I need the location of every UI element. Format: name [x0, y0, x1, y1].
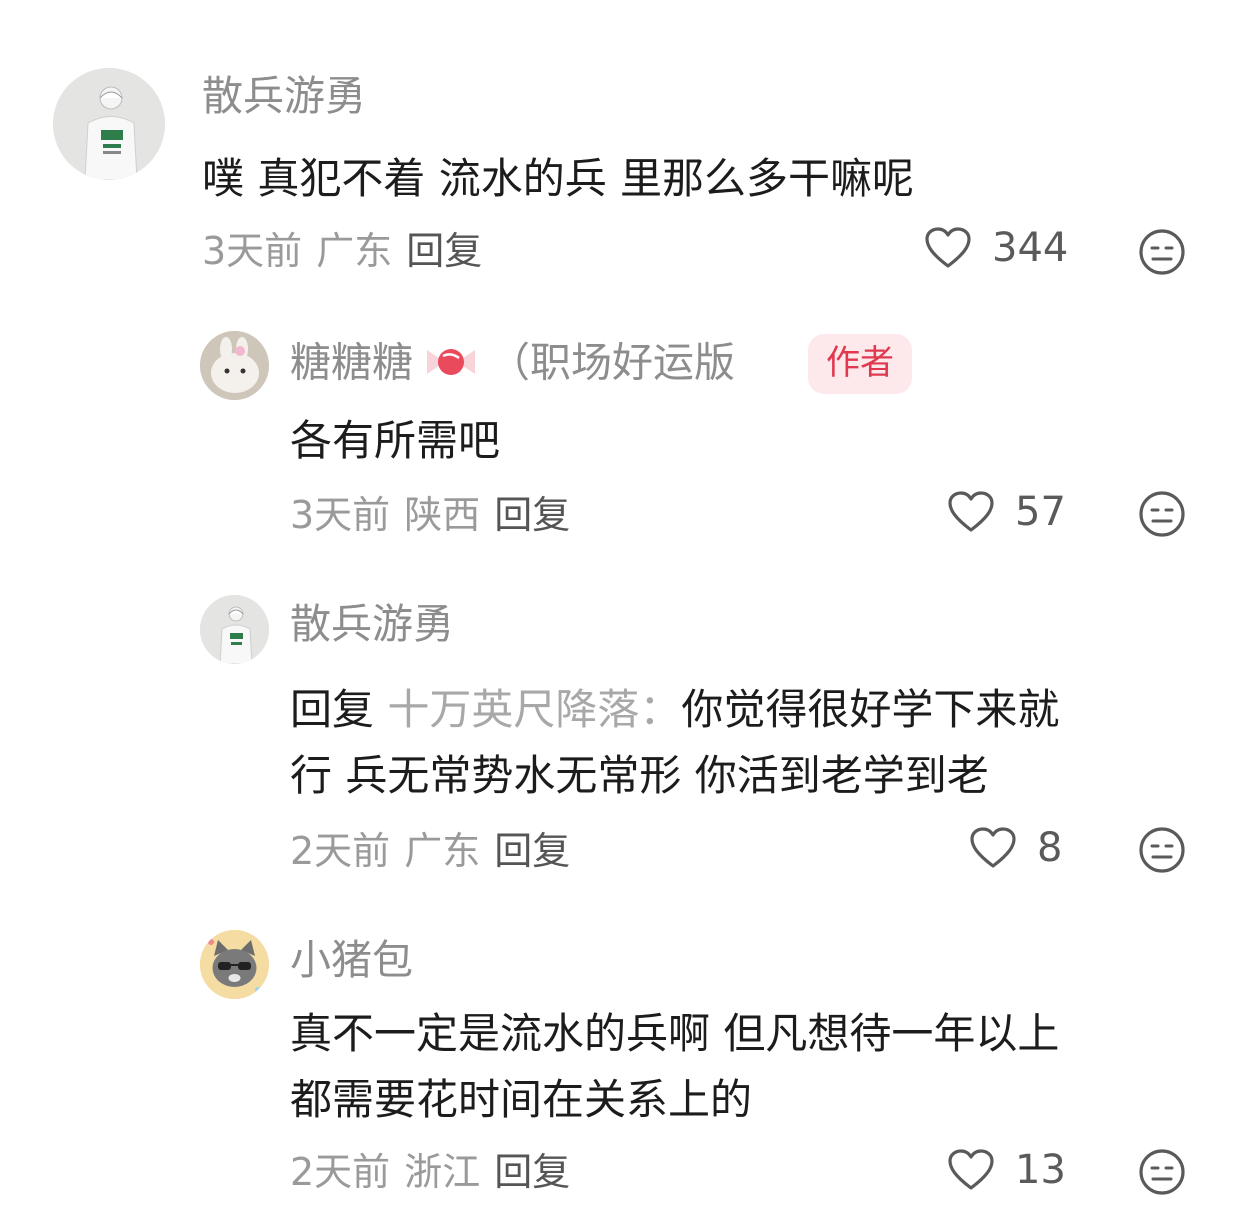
comment-meta: 3天前 陕西 回复	[290, 496, 584, 534]
avatar[interactable]	[200, 930, 269, 999]
username[interactable]: 小猪包	[290, 940, 413, 981]
heart-outline-icon	[970, 827, 1016, 868]
meh-face-icon	[1139, 1149, 1185, 1195]
reply-button[interactable]: 回复	[494, 829, 570, 873]
username[interactable]: 散兵游勇	[202, 76, 366, 117]
like-count: 344	[992, 225, 1069, 271]
heart-outline-icon	[948, 491, 994, 532]
comment-text: 噗 真犯不着 流水的兵 里那么多干嘛呢	[202, 154, 915, 203]
meh-face-icon	[1139, 827, 1185, 873]
comment-text-line1: 你觉得很好学下来就	[681, 685, 1060, 734]
comment-location: 广东	[316, 229, 393, 273]
reply-item: 散兵游勇 回复 十万英尺降落：你觉得很好学下来就 行 兵无常势水无常形 你活到老…	[0, 570, 1260, 900]
comment-meta: 2天前 广东 回复	[290, 832, 584, 870]
comment-location: 广东	[404, 829, 481, 873]
username-text: 糖糖糖	[290, 338, 413, 387]
reply-target-username[interactable]: 十万英尺降落：	[387, 685, 681, 734]
comment-meta: 2天前 浙江 回复	[290, 1153, 584, 1191]
username[interactable]: 散兵游勇	[290, 604, 454, 645]
avatar-person-icon	[200, 595, 269, 664]
comment-time: 2天前	[290, 1150, 391, 1194]
meh-face-icon	[1139, 229, 1185, 275]
comment-time: 2天前	[290, 829, 391, 873]
comment-meta: 3天前 广东 回复	[202, 232, 496, 270]
comment-text: 真不一定是流水的兵啊 但凡想待一年以上	[290, 1009, 1060, 1058]
avatar[interactable]	[53, 68, 165, 180]
like-button[interactable]: 8	[969, 826, 1062, 870]
like-button[interactable]: 13	[947, 1148, 1066, 1192]
dislike-button[interactable]	[1137, 825, 1187, 875]
reply-button[interactable]: 回复	[406, 229, 482, 273]
avatar-person-icon	[53, 68, 165, 180]
like-button[interactable]: 344	[924, 226, 1068, 270]
like-count: 8	[1037, 825, 1063, 871]
heart-outline-icon	[925, 227, 971, 268]
avatar-cat-icon	[200, 930, 269, 999]
reply-button[interactable]: 回复	[494, 1150, 570, 1194]
comment-text: 回复 十万英尺降落：你觉得很好学下来就	[290, 677, 1059, 743]
comment-text-line2: 行 兵无常势水无常形 你活到老学到老	[290, 751, 989, 800]
heart-outline-icon	[948, 1149, 994, 1190]
reply-prefix: 回复	[290, 685, 375, 734]
reply-button[interactable]: 回复	[494, 493, 570, 537]
like-button[interactable]: 57	[947, 490, 1066, 534]
avatar-rabbit-icon	[200, 331, 269, 400]
author-badge: 作者	[808, 334, 912, 394]
dislike-button[interactable]	[1137, 489, 1187, 539]
like-count: 57	[1015, 489, 1066, 535]
candy-icon	[419, 342, 483, 389]
dislike-button[interactable]	[1137, 1147, 1187, 1197]
comment-text-line2: 都需要花时间在关系上的	[290, 1075, 753, 1124]
username[interactable]: 糖糖糖 （职场好运版	[290, 342, 735, 389]
comment-item: 散兵游勇 噗 真犯不着 流水的兵 里那么多干嘛呢 3天前 广东 回复 344	[0, 0, 1260, 300]
reply-item: 小猪包 真不一定是流水的兵啊 但凡想待一年以上 都需要花时间在关系上的 2天前浙…	[0, 900, 1260, 1227]
avatar[interactable]	[200, 331, 269, 400]
comment-text: 各有所需吧	[290, 416, 501, 465]
comment-time: 3天前	[290, 493, 391, 537]
like-count: 13	[1015, 1147, 1066, 1193]
username-suffix: （职场好运版	[489, 338, 735, 387]
comment-location: 陕西	[404, 493, 481, 537]
avatar[interactable]	[200, 595, 269, 664]
dislike-button[interactable]	[1137, 227, 1187, 277]
comment-time: 3天前	[202, 229, 303, 273]
reply-item: 糖糖糖 （职场好运版 作者 各有所需吧 3天前 陕西 回复 57	[0, 300, 1260, 570]
meh-face-icon	[1139, 491, 1185, 537]
comment-location: 浙江	[404, 1150, 481, 1194]
